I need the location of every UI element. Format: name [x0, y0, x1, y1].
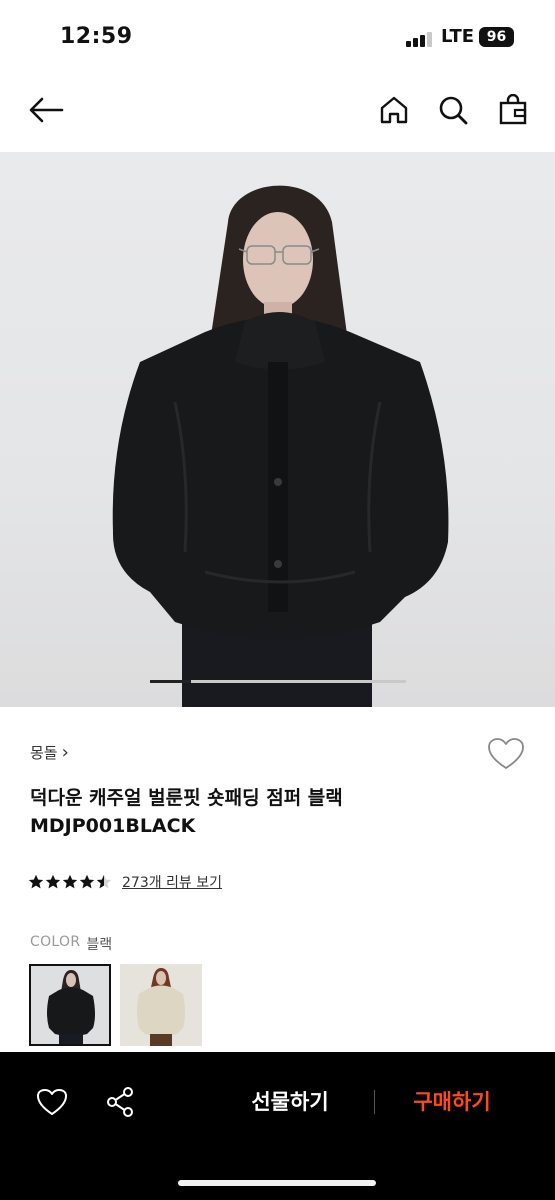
- gift-button[interactable]: 선물하기: [230, 1086, 350, 1116]
- half-star-icon: [96, 874, 112, 889]
- nav-bar: [0, 72, 555, 152]
- review-link[interactable]: 273개 리뷰 보기: [122, 872, 222, 892]
- swatch-thumbnail: [47, 970, 95, 1044]
- home-icon[interactable]: [374, 90, 414, 130]
- star-icon: [79, 874, 95, 889]
- product-name: 덕다운 캐주얼 벌룬핏 숏패딩 점퍼 블랙: [30, 787, 343, 809]
- star-icon: [28, 874, 44, 889]
- signal-icon: [406, 31, 434, 47]
- divider: [374, 1090, 375, 1114]
- heart-icon[interactable]: [487, 737, 525, 771]
- product-code: MDJP001BLACK: [30, 815, 196, 837]
- bottom-action-bar: 선물하기 구매하기: [0, 1052, 555, 1200]
- product-image[interactable]: [0, 152, 555, 707]
- battery-indicator: 96: [479, 27, 514, 47]
- swatch-thumbnail: [137, 968, 185, 1046]
- rating-row: 273개 리뷰 보기: [28, 872, 222, 892]
- status-bar: 12:59 LTE 96: [0, 0, 555, 72]
- buy-button[interactable]: 구매하기: [392, 1086, 512, 1116]
- brand-link[interactable]: 몽돌 ›: [30, 742, 69, 763]
- color-label: COLOR: [30, 934, 81, 950]
- color-row: COLOR 블랙: [30, 934, 112, 954]
- model-photo: [112, 185, 449, 707]
- home-indicator: [178, 1180, 376, 1186]
- color-swatch-black[interactable]: [29, 964, 111, 1046]
- network-type: LTE: [441, 26, 475, 47]
- star-icon: [45, 874, 61, 889]
- color-swatch-cream[interactable]: [120, 964, 202, 1046]
- back-arrow-icon[interactable]: [26, 90, 66, 130]
- brand-name: 몽돌: [30, 744, 58, 762]
- rating-stars: [28, 874, 112, 890]
- shopping-bag-icon[interactable]: [493, 90, 533, 130]
- search-icon[interactable]: [433, 90, 473, 130]
- status-time: 12:59: [60, 24, 133, 49]
- color-value: 블랙: [86, 937, 113, 953]
- share-icon[interactable]: [100, 1082, 140, 1122]
- heart-icon[interactable]: [32, 1082, 72, 1122]
- carousel-progress-thumb: [150, 680, 191, 683]
- chevron-right-icon: ›: [61, 742, 69, 763]
- star-icon: [62, 874, 78, 889]
